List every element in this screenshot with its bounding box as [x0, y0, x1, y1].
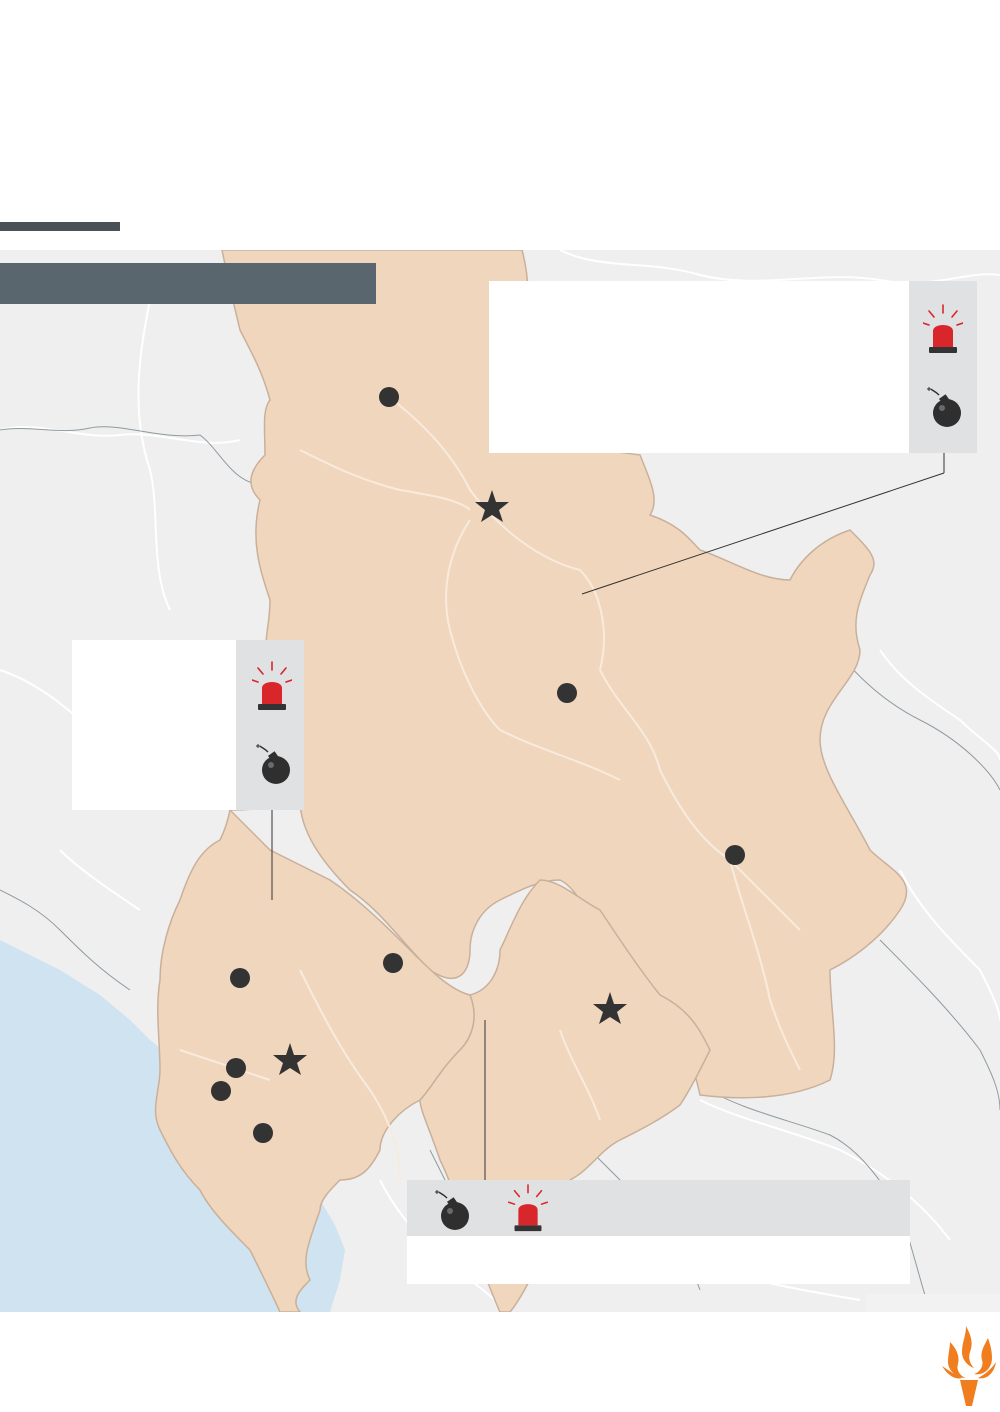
city-marker-1: [379, 387, 399, 407]
city-marker-7: [211, 1081, 231, 1101]
bomb-icon: [256, 744, 290, 784]
city-marker-8: [253, 1123, 273, 1143]
callout-south-icons: [407, 1180, 910, 1236]
callout-west-text: [72, 640, 236, 660]
city-marker-4: [230, 968, 250, 988]
city-marker-5: [383, 953, 403, 973]
scale-bar: [866, 1294, 1000, 1312]
bomb-icon: [435, 1190, 469, 1230]
siren-icon: [923, 304, 963, 353]
callout-west: [72, 640, 236, 810]
callout-south-text: [407, 1236, 910, 1256]
city-marker-3: [725, 845, 745, 865]
siren-icon: [252, 661, 292, 710]
torch-logo-icon: [942, 1326, 996, 1406]
footer: [0, 1312, 1000, 1412]
title-rule: [0, 222, 120, 231]
city-marker-6: [226, 1058, 246, 1078]
bomb-icon: [927, 387, 961, 427]
callout-west-icons: [236, 640, 304, 810]
city-marker-2: [557, 683, 577, 703]
map-title-bar: [0, 263, 376, 304]
callout-north-text: [489, 281, 909, 301]
callout-north-icons: [909, 281, 977, 453]
callout-south: [407, 1236, 910, 1284]
callout-north: [489, 281, 909, 453]
siren-icon: [508, 1184, 548, 1232]
